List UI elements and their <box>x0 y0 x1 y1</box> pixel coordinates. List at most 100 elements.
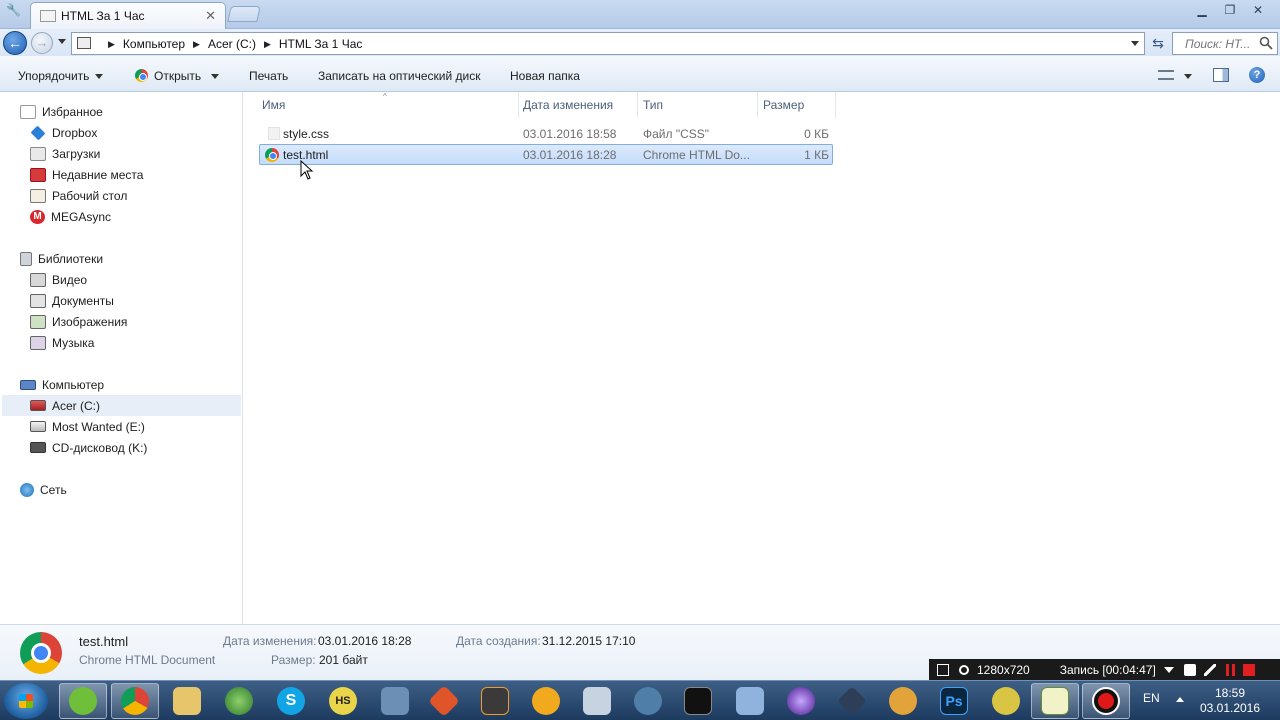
taskbar-app-hs[interactable]: HS <box>319 683 367 719</box>
stop-icon[interactable] <box>1242 663 1255 676</box>
sidebar-item-pictures[interactable]: Изображения <box>30 311 127 332</box>
address-bar[interactable]: ▶ Компьютер ▶ Acer (C:) ▶ HTML За 1 Час <box>71 32 1145 55</box>
column-header-type[interactable]: Тип <box>643 98 663 112</box>
maximize-button[interactable]: ❐ <box>1216 1 1244 19</box>
sidebar-item-music[interactable]: Музыка <box>30 332 94 353</box>
taskbar-app-photoshop[interactable]: Ps <box>930 683 978 719</box>
search-icon[interactable] <box>1259 36 1273 50</box>
chevron-down-icon[interactable] <box>1163 666 1174 673</box>
taskbar-app-skype[interactable]: S <box>267 683 315 719</box>
column-header-size[interactable]: Размер <box>763 98 804 112</box>
forward-button[interactable]: → <box>31 32 53 54</box>
file-size: 0 КБ <box>804 127 829 141</box>
address-dropdown-icon[interactable] <box>1131 41 1139 46</box>
column-header-modified[interactable]: Дата изменения <box>523 98 613 112</box>
sidebar-item-label: MEGAsync <box>51 209 112 224</box>
sidebar-item-dropbox[interactable]: Dropbox <box>30 122 97 143</box>
column-divider[interactable] <box>757 92 758 118</box>
language-indicator[interactable]: EN <box>1143 691 1160 705</box>
taskbar-app-explorer[interactable] <box>163 683 211 719</box>
chevron-down-icon[interactable] <box>211 74 220 79</box>
taskbar-app-solitaire[interactable] <box>59 683 107 719</box>
column-header-name[interactable]: Имя <box>262 98 285 112</box>
breadcrumb-drive-c[interactable]: Acer (C:) <box>208 37 256 51</box>
table-row[interactable]: test.html 03.01.2016 18:28 Chrome HTML D… <box>259 144 833 165</box>
sidebar-item-megasync[interactable]: M MEGAsync <box>30 206 111 227</box>
sublime-icon <box>481 687 509 715</box>
table-row[interactable]: style.css 03.01.2016 18:58 Файл "CSS" 0 … <box>259 123 833 144</box>
column-divider[interactable] <box>835 92 836 118</box>
start-button[interactable] <box>4 683 48 719</box>
window-select-icon[interactable] <box>937 663 949 676</box>
sidebar-item-video[interactable]: Видео <box>30 269 87 290</box>
taskbar-app-network[interactable] <box>215 683 263 719</box>
sidebar-item-downloads[interactable]: Загрузки <box>30 143 100 164</box>
new-tab-button[interactable] <box>227 6 261 22</box>
sidebar-item-favorites[interactable]: Избранное <box>20 101 103 122</box>
chevron-right-icon[interactable]: ▶ <box>193 39 200 50</box>
system-clock[interactable]: 18:59 03.01.2016 <box>1195 686 1265 716</box>
library-icon <box>20 251 32 266</box>
minimize-button[interactable]: ▁ <box>1188 1 1216 19</box>
sidebar-item-network[interactable]: Сеть <box>20 479 67 500</box>
chevron-right-icon[interactable]: ▶ <box>108 39 115 50</box>
taskbar-app-chrome[interactable] <box>111 683 159 719</box>
breadcrumb-folder[interactable]: HTML За 1 Час <box>279 37 363 51</box>
back-button[interactable]: ← <box>3 31 27 55</box>
taskbar-app-sublime[interactable] <box>471 683 519 719</box>
preview-pane-icon[interactable] <box>1213 68 1229 82</box>
camera-icon[interactable] <box>1183 663 1196 676</box>
sidebar-item-libraries[interactable]: Библиотеки <box>20 248 103 269</box>
drive-icon <box>30 421 46 432</box>
chevron-down-icon[interactable] <box>1184 74 1192 79</box>
taskbar-app-recorder[interactable] <box>1082 683 1130 719</box>
sidebar-item-recent[interactable]: Недавние места <box>30 164 143 185</box>
sidebar-item-drive-k[interactable]: CD-дисковод (K:) <box>30 437 147 458</box>
refresh-icon[interactable]: ⇆ <box>1148 33 1168 53</box>
sidebar-item-documents[interactable]: Документы <box>30 290 114 311</box>
taskbar-app-tool[interactable] <box>726 683 774 719</box>
taskbar-app-cmd[interactable] <box>674 683 722 719</box>
burn-disc-button[interactable]: Записать на оптический диск <box>318 69 481 83</box>
clock-time: 18:59 <box>1214 686 1246 700</box>
taskbar-app-chart[interactable] <box>1031 683 1079 719</box>
sidebar-item-label: Музыка <box>52 335 95 350</box>
sidebar-item-computer[interactable]: Компьютер <box>20 374 104 395</box>
taskbar-app-scissors[interactable] <box>573 683 621 719</box>
taskbar-app-git[interactable] <box>420 683 468 719</box>
new-folder-button[interactable]: Новая папка <box>510 69 580 83</box>
help-icon[interactable]: ? <box>1249 67 1265 83</box>
taskbar-app-audio[interactable] <box>624 683 672 719</box>
taskbar-app-media[interactable] <box>777 683 825 719</box>
tab-close-icon[interactable]: ✕ <box>205 8 216 24</box>
tab-html-folder[interactable]: HTML За 1 Час ✕ <box>30 2 226 29</box>
wrench-icon[interactable]: 🔧 <box>6 3 21 17</box>
taskbar-app-virtualbox[interactable] <box>828 683 876 719</box>
sidebar-item-drive-e[interactable]: Most Wanted (E:) <box>30 416 145 437</box>
chrome-icon <box>20 632 62 674</box>
search-box[interactable] <box>1172 32 1278 55</box>
organize-button[interactable]: Упорядочить <box>18 69 104 83</box>
open-button[interactable]: Открыть <box>135 69 220 83</box>
sidebar-item-desktop[interactable]: Рабочий стол <box>30 185 127 206</box>
taskbar-app-aimp[interactable] <box>522 683 570 719</box>
zoom-icon[interactable] <box>959 664 969 675</box>
search-input[interactable] <box>1173 33 1259 54</box>
taskbar-app-lock[interactable] <box>371 683 419 719</box>
clover-icon <box>69 687 97 715</box>
taskbar-app-fruit[interactable] <box>879 683 927 719</box>
column-divider[interactable] <box>637 92 638 118</box>
sidebar-item-drive-c[interactable]: Acer (C:) <box>2 395 241 416</box>
pause-icon[interactable] <box>1225 663 1235 676</box>
taskbar-app-wifi[interactable] <box>982 683 1030 719</box>
chevron-up-icon[interactable] <box>1176 697 1184 702</box>
chevron-right-icon[interactable]: ▶ <box>264 39 271 50</box>
history-dropdown-icon[interactable] <box>58 39 66 44</box>
close-button[interactable]: ✕ <box>1244 1 1272 19</box>
documents-icon <box>30 293 46 308</box>
breadcrumb-computer[interactable]: Компьютер <box>123 37 185 51</box>
column-divider[interactable] <box>518 92 519 118</box>
view-options-icon[interactable] <box>1158 70 1174 80</box>
pencil-icon[interactable] <box>1203 663 1216 676</box>
print-button[interactable]: Печать <box>249 69 288 83</box>
